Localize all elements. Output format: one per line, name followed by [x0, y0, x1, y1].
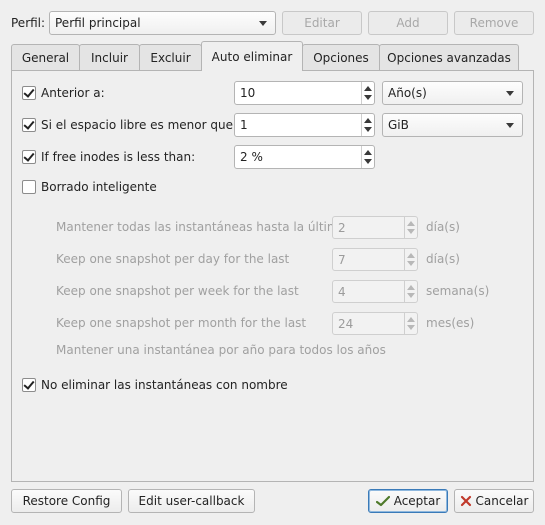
free-inodes-value: 2 % [240, 150, 263, 164]
add-profile-button[interactable]: Add [368, 11, 448, 35]
spin-arrows-icon[interactable] [404, 217, 417, 238]
smart-keep-all-unit: día(s) [426, 220, 460, 234]
older-than-spinbox[interactable]: 10 [234, 81, 375, 105]
smart-yearly-note: Mantener una instantánea por año para to… [56, 343, 386, 357]
chevron-down-icon [506, 91, 514, 96]
spin-arrows-icon[interactable] [361, 114, 374, 136]
edit-profile-button[interactable]: Editar [282, 11, 362, 35]
spin-arrows-icon[interactable] [404, 281, 417, 302]
tab-auto-remove[interactable]: Auto eliminar [201, 41, 303, 71]
free-inodes-checkbox[interactable] [22, 150, 36, 164]
tab-exclude[interactable]: Excluir [139, 44, 202, 70]
spin-arrows-icon[interactable] [361, 82, 374, 104]
cancel-label: Cancelar [475, 494, 529, 508]
smart-monthly-label: Keep one snapshot per month for the last [56, 316, 307, 330]
smart-keep-all-spinbox[interactable]: 2 [332, 216, 418, 239]
free-space-value: 1 [240, 118, 248, 132]
tab-include[interactable]: Incluir [79, 44, 140, 70]
keep-named-label: No eliminar las instantáneas con nombre [41, 378, 288, 392]
accept-button[interactable]: Aceptar [368, 489, 448, 513]
smart-daily-value: 7 [338, 252, 346, 267]
spin-arrows-icon[interactable] [404, 313, 417, 334]
smart-remove-checkbox[interactable] [22, 180, 36, 194]
smart-monthly-value: 24 [338, 316, 354, 331]
free-space-label: Si el espacio libre es menor que: [41, 118, 238, 132]
free-space-checkbox[interactable] [22, 118, 36, 132]
tab-general[interactable]: General [11, 44, 80, 70]
smart-weekly-value: 4 [338, 284, 346, 299]
smart-remove-label: Borrado inteligente [41, 180, 157, 194]
tab-options[interactable]: Opciones [302, 44, 380, 70]
smart-keep-all-value: 2 [338, 220, 346, 235]
smart-daily-unit: día(s) [426, 252, 460, 266]
profile-select-value: Perfil principal [55, 16, 141, 30]
remove-profile-button[interactable]: Remove [454, 11, 534, 35]
spin-arrows-icon[interactable] [404, 249, 417, 270]
older-than-label: Anterior a: [41, 86, 105, 100]
smart-keep-all-label: Mantener todas las instantáneas hasta la… [56, 220, 346, 234]
older-than-checkbox[interactable] [22, 86, 36, 100]
edit-user-callback-button[interactable]: Edit user-callback [128, 489, 255, 513]
smart-daily-spinbox[interactable]: 7 [332, 248, 418, 271]
older-than-unit-select[interactable]: Año(s) [382, 81, 523, 105]
profile-label: Perfil: [11, 16, 46, 30]
free-space-unit-select[interactable]: GiB [382, 113, 523, 137]
profile-select[interactable]: Perfil principal [49, 11, 276, 35]
smart-monthly-unit: mes(es) [426, 316, 475, 330]
free-inodes-label: If free inodes is less than: [41, 150, 196, 164]
free-inodes-spinbox[interactable]: 2 % [234, 145, 375, 169]
spin-arrows-icon[interactable] [361, 146, 374, 168]
smart-weekly-spinbox[interactable]: 4 [332, 280, 418, 303]
restore-config-button[interactable]: Restore Config [11, 489, 122, 513]
chevron-down-icon [506, 123, 514, 128]
free-space-spinbox[interactable]: 1 [234, 113, 375, 137]
accept-icon [375, 495, 390, 507]
free-space-unit-value: GiB [388, 118, 409, 132]
smart-weekly-unit: semana(s) [426, 284, 490, 298]
tab-expert-options[interactable]: Opciones avanzadas [379, 44, 519, 70]
older-than-unit-value: Año(s) [388, 86, 427, 100]
accept-label: Aceptar [393, 494, 441, 508]
smart-weekly-label: Keep one snapshot per week for the last [56, 284, 299, 298]
older-than-value: 10 [240, 86, 256, 100]
cancel-button[interactable]: Cancelar [454, 489, 534, 513]
smart-monthly-spinbox[interactable]: 24 [332, 312, 418, 335]
chevron-down-icon [259, 21, 267, 26]
keep-named-checkbox[interactable] [22, 378, 36, 392]
close-icon [460, 495, 471, 507]
smart-daily-label: Keep one snapshot per day for the last [56, 252, 290, 266]
